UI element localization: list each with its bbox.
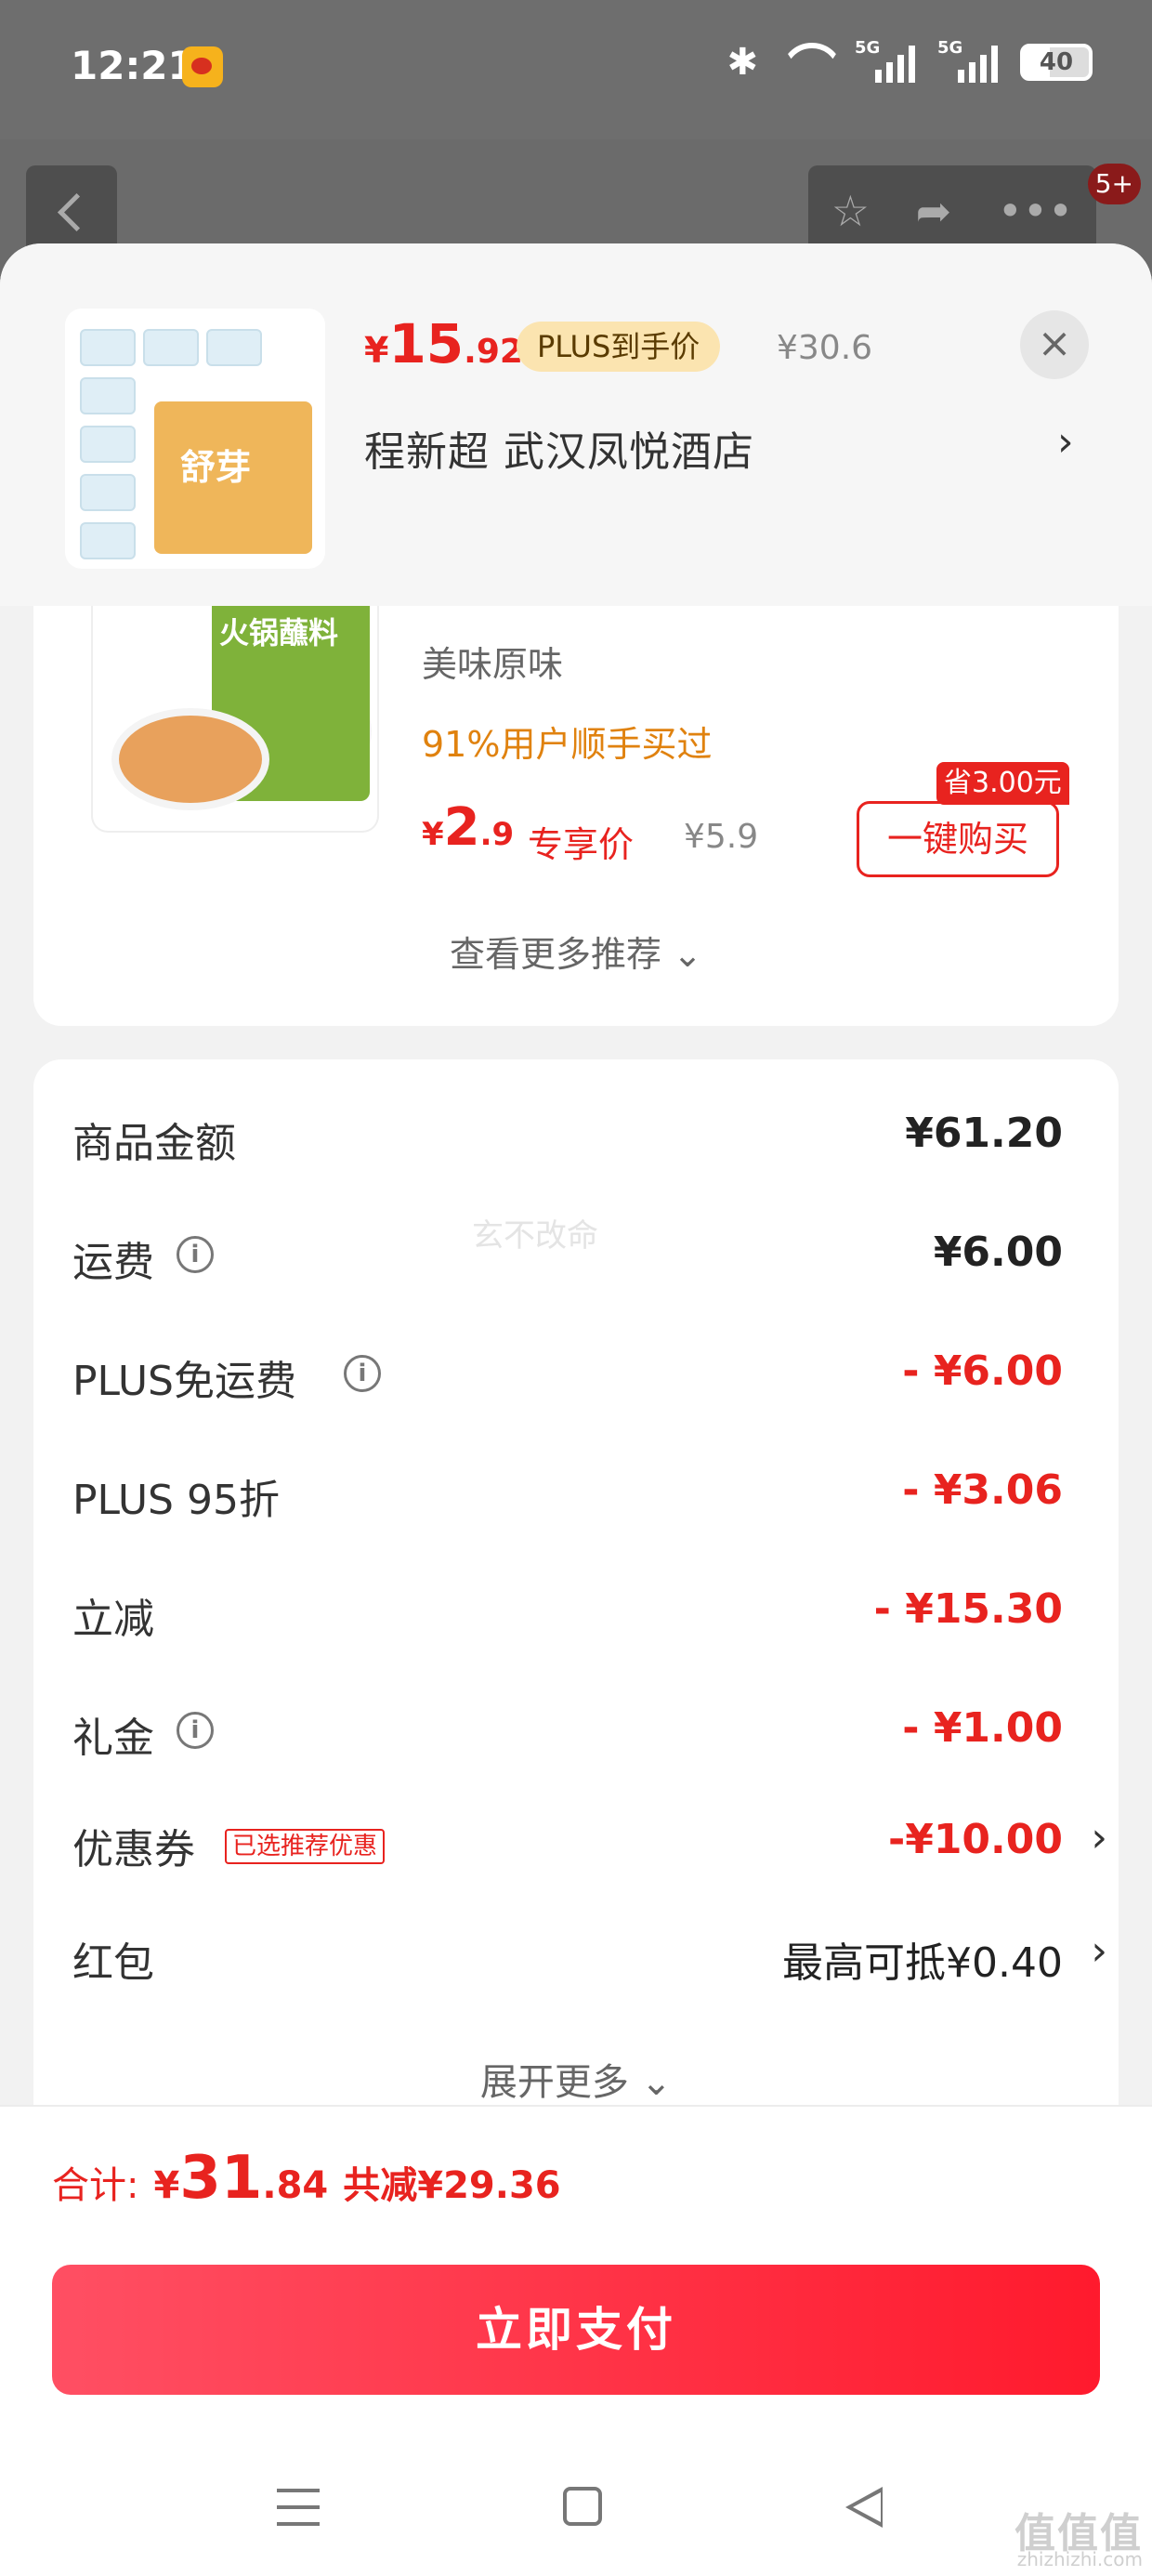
chevron-right-icon[interactable]: › xyxy=(1057,418,1074,466)
more-recommendations-link[interactable]: 查看更多推荐 ⌄ xyxy=(33,926,1119,977)
total-amount: 合计: ¥31.84 共减¥29.36 xyxy=(52,2144,561,2213)
menu-icon[interactable] xyxy=(277,2489,320,2526)
product-price: ¥15.92 xyxy=(364,312,523,375)
fee-row-goods: 商品金额 ¥61.20 xyxy=(72,1110,1063,1167)
fee-row-instant-reduction: 立减 - ¥15.30 xyxy=(72,1585,1063,1643)
recommendation-original-price: ¥5.9 xyxy=(684,818,759,856)
more-icon[interactable]: ••• xyxy=(998,186,1073,236)
recommendation-card: 火锅蘸料 美味原味 91%用户顺手买过 ¥2.9 专享价 ¥5.9 省3.00元… xyxy=(33,606,1119,1026)
status-bar: 12:21 ✱ 5G 5G 40 xyxy=(0,0,1152,139)
signal-icon: 5G xyxy=(855,38,915,83)
original-price: ¥30.6 xyxy=(777,329,873,367)
bluetooth-icon: ✱ xyxy=(727,41,758,84)
recommendation-bought: 91%用户顺手买过 xyxy=(422,724,713,765)
recommendation-image[interactable]: 火锅蘸料 xyxy=(91,606,379,833)
back-icon[interactable] xyxy=(845,2487,883,2528)
signal-icon-2: 5G xyxy=(937,38,998,83)
fee-row-plus-discount: PLUS 95折 - ¥3.06 xyxy=(72,1466,1063,1524)
status-time: 12:21 xyxy=(71,43,195,88)
share-icon[interactable]: ➦ xyxy=(916,186,952,236)
fee-row-plus-free-shipping: PLUS免运费 i - ¥6.00 xyxy=(72,1347,1063,1405)
battery-icon: 40 xyxy=(1020,44,1093,81)
exclusive-price-label: 专享价 xyxy=(528,824,635,865)
star-icon[interactable]: ☆ xyxy=(831,186,870,236)
close-button[interactable]: × xyxy=(1020,310,1089,379)
recommendation-name: 美味原味 xyxy=(422,644,564,685)
notification-badge: 5+ xyxy=(1087,164,1141,204)
chevron-right-icon: › xyxy=(1091,1927,1107,1975)
one-click-buy-button[interactable]: 一键购买 xyxy=(857,801,1059,877)
system-nav-bar xyxy=(0,2453,1152,2576)
recommendation-price: ¥2.9 xyxy=(422,797,515,858)
info-icon[interactable]: i xyxy=(177,1236,214,1273)
total-reduced: 共减¥29.36 xyxy=(343,2164,561,2207)
delivery-address[interactable]: 程新超 武汉凤悦酒店 xyxy=(364,418,754,478)
weibo-icon xyxy=(182,46,223,87)
watermark-text: 玄不改命 xyxy=(472,1217,598,1255)
info-icon[interactable]: i xyxy=(344,1355,381,1392)
wifi-icon xyxy=(780,43,832,82)
expand-more-link[interactable]: 展开更多 ⌄ xyxy=(33,2052,1119,2106)
home-icon[interactable] xyxy=(563,2487,602,2526)
product-package: 舒芽 xyxy=(154,401,312,554)
product-thumbnail[interactable]: 舒芽 xyxy=(65,309,325,569)
site-url: zhizhizhi.com xyxy=(1016,2548,1143,2570)
pay-now-button[interactable]: 立即支付 xyxy=(52,2265,1100,2395)
product-header: 舒芽 ¥15.92 PLUS到手价 ¥30.6 × 程新超 武汉凤悦酒店 › xyxy=(0,243,1152,606)
fee-row-coupon[interactable]: 优惠券 已选推荐优惠 -¥10.00 › xyxy=(72,1808,1107,1883)
save-tag: 省3.00元 xyxy=(936,762,1069,805)
coupon-tag: 已选推荐优惠 xyxy=(225,1829,386,1864)
fee-row-gift-money: 礼金 i - ¥1.00 xyxy=(72,1704,1063,1762)
plus-price-tag: PLUS到手价 xyxy=(517,322,721,372)
info-icon[interactable]: i xyxy=(177,1712,214,1749)
status-icons: ✱ 5G 5G 40 xyxy=(727,38,1093,84)
chevron-right-icon: › xyxy=(1091,1814,1107,1861)
fee-row-red-packet[interactable]: 红包 最高可抵¥0.40 › xyxy=(72,1922,1107,1996)
